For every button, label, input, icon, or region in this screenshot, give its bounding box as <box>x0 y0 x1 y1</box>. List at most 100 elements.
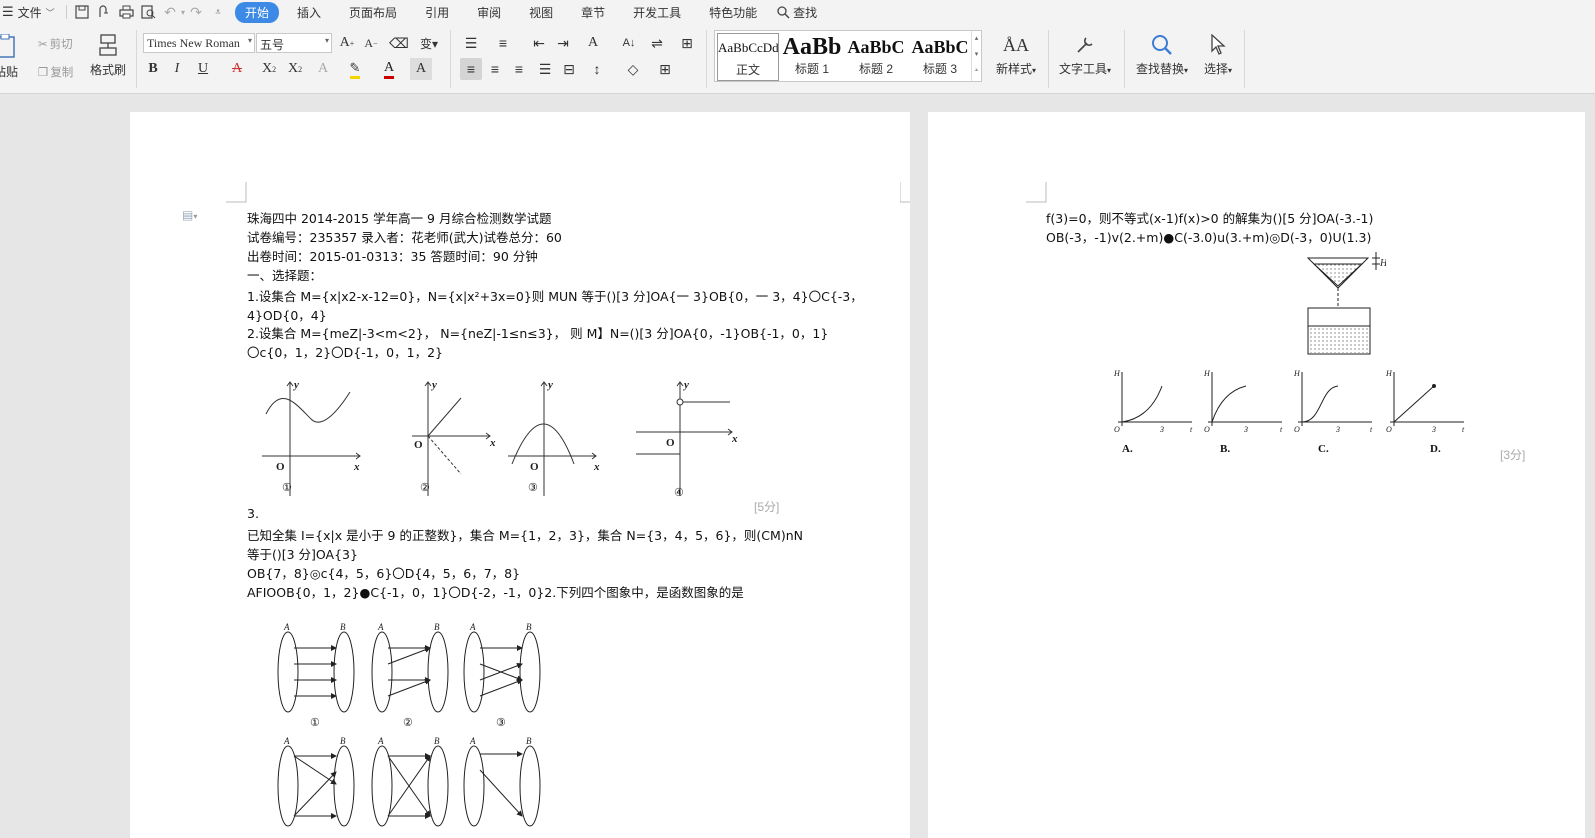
document-page-1[interactable]: ▤▾ 珠海四中 2014-2015 学年高一 9 月综合检测数学试题 试卷编号：… <box>130 112 910 838</box>
customize-toolbar-icon[interactable]: ⩡ <box>207 1 229 23</box>
svg-text:O: O <box>1114 425 1120 432</box>
redo-icon[interactable]: ↷ <box>185 1 207 23</box>
new-style-button[interactable]: ÅA 新样式▾ <box>990 30 1042 77</box>
format-painter-button[interactable]: 格式刷 <box>90 34 126 78</box>
styles-scroll[interactable]: ▴ ▾ ⩡ <box>971 31 981 81</box>
bullets-icon[interactable]: ☰ <box>460 32 482 54</box>
magnifier-icon <box>1132 30 1192 60</box>
select-button[interactable]: 选择▾ <box>1198 30 1238 77</box>
find-replace-button[interactable]: 查找替换▾ <box>1132 30 1192 77</box>
vertical-scrollbar[interactable] <box>1585 94 1595 838</box>
tab-page-layout[interactable]: 页面布局 <box>339 2 407 23</box>
tab-home[interactable]: 开始 <box>235 1 280 23</box>
hamburger-icon: ☰ <box>2 4 14 19</box>
print-preview-icon[interactable] <box>137 1 159 23</box>
paste-label: 粘贴 <box>0 65 19 79</box>
copy-icon: ❐ <box>38 67 49 79</box>
style-heading-2[interactable]: AaBbC 标题 2 <box>845 33 907 81</box>
cursor-arrow-icon <box>1198 30 1238 60</box>
chevron-down-icon: ﹀ <box>45 7 55 18</box>
grow-font-icon[interactable]: A + <box>336 32 358 54</box>
phonetic-guide-icon[interactable]: 变▾ <box>418 32 440 54</box>
sort-icon[interactable]: A↓ <box>618 32 640 54</box>
eraser-icon[interactable]: ⌫ <box>388 32 410 54</box>
font-name-select[interactable]: Times New Roman ▾ <box>143 33 255 53</box>
svg-text:B: B <box>340 736 346 746</box>
svg-text:B: B <box>526 736 532 746</box>
undo-icon[interactable]: ↶ <box>159 1 181 23</box>
format-painter-label: 格式刷 <box>90 63 127 77</box>
numbering-icon[interactable]: ≡ <box>492 32 514 54</box>
search-box[interactable]: 查找 <box>777 4 817 21</box>
svg-text:H: H <box>1113 369 1121 378</box>
svg-text:y: y <box>430 379 437 391</box>
shading-icon[interactable]: ◇ <box>622 58 644 80</box>
style-heading-1[interactable]: AaBb 标题 1 <box>781 33 843 81</box>
strikethrough-icon[interactable]: A <box>226 58 248 80</box>
separator <box>66 5 67 19</box>
document-map-icon[interactable]: ▤▾ <box>182 208 197 222</box>
font-color-icon[interactable]: A <box>378 58 400 80</box>
separator <box>136 30 137 88</box>
increase-indent-icon[interactable]: ⇥ <box>552 32 574 54</box>
align-left-icon[interactable]: ≡ <box>460 58 482 80</box>
print-icon[interactable] <box>115 1 137 23</box>
svg-text:t: t <box>1462 425 1465 432</box>
document-page-2[interactable]: f(3)=0，则不等式(x-1)f(x)>0 的解集为()[5 分]OA(-3.… <box>928 112 1585 838</box>
distributed-icon[interactable]: ⊟ <box>558 58 580 80</box>
font-size-value: 五号 <box>260 38 285 52</box>
question-line: OB(-3，-1)v(2.+m)●C(-3.0)u(3.+m)◎D(-3，0)U… <box>1046 230 1372 245</box>
copy-button[interactable]: ❐ 复制 <box>38 64 73 80</box>
search-icon <box>777 5 790 19</box>
save-icon[interactable] <box>71 1 93 23</box>
highlight-icon[interactable]: ✎ <box>344 58 366 80</box>
separator <box>706 30 707 88</box>
cut-button[interactable]: ✂ 剪切 <box>38 36 73 52</box>
justify-icon[interactable]: ☰ <box>534 58 556 80</box>
bold-icon[interactable]: B <box>142 58 164 80</box>
tab-view[interactable]: 视图 <box>519 2 563 23</box>
svg-text:y: y <box>546 379 553 391</box>
line-spacing-icon[interactable]: ↕ <box>586 58 608 80</box>
tab-chapter[interactable]: 章节 <box>571 2 615 23</box>
borders-icon[interactable]: ⊞ <box>654 58 676 80</box>
style-normal[interactable]: AaBbCcDd 正文 <box>717 33 779 81</box>
align-center-icon[interactable]: ≡ <box>484 58 506 80</box>
text-direction-icon[interactable]: A <box>582 32 604 54</box>
tab-special-features[interactable]: 特色功能 <box>699 2 767 23</box>
style-preview: AaBbC <box>911 37 969 57</box>
tab-review[interactable]: 审阅 <box>467 2 511 23</box>
line-break-icon[interactable]: ⇌ <box>646 32 668 54</box>
shrink-font-icon[interactable]: A − <box>360 32 382 54</box>
svg-text:H: H <box>1385 369 1393 378</box>
question-3-line: OB{7，8}◎c{4，5，6}〇D{4，5，6，7，8} <box>247 566 521 581</box>
subscript-icon[interactable]: X2 <box>284 58 306 80</box>
search-label: 查找 <box>793 5 818 20</box>
paste-button[interactable]: 粘贴 <box>0 33 28 80</box>
font-size-select[interactable]: 五号 ▾ <box>256 33 332 53</box>
svg-text:O: O <box>1294 425 1300 432</box>
style-heading-3[interactable]: AaBbC 标题 3 <box>909 33 971 81</box>
char-shading-icon[interactable]: A <box>410 58 432 80</box>
export-icon[interactable] <box>93 1 115 23</box>
file-menu[interactable]: ☰ 文件 ﹀ <box>0 4 62 21</box>
svg-text:B: B <box>434 736 440 746</box>
decrease-indent-icon[interactable]: ⇤ <box>528 32 550 54</box>
svg-text:B: B <box>526 622 532 632</box>
tab-references[interactable]: 引用 <box>415 2 459 23</box>
italic-icon[interactable]: I <box>166 58 188 80</box>
svg-text:y: y <box>292 379 299 391</box>
tab-developer[interactable]: 开发工具 <box>623 2 691 23</box>
superscript-icon[interactable]: X2 <box>258 58 280 80</box>
paste-icon <box>0 33 15 58</box>
separator <box>1244 30 1245 88</box>
table-grid-icon[interactable]: ⊞ <box>676 32 698 54</box>
find-replace-label: 查找替换 <box>1135 62 1184 76</box>
align-right-icon[interactable]: ≡ <box>508 58 530 80</box>
text-effect-icon[interactable]: A <box>312 58 334 80</box>
text-tools-button[interactable]: 文字工具▾ <box>1056 30 1114 77</box>
question-3-line: 等于()[3 分]OA{3} <box>247 547 358 562</box>
svg-text:B: B <box>434 622 440 632</box>
tab-insert[interactable]: 插入 <box>287 2 331 23</box>
underline-icon[interactable]: U <box>192 58 214 80</box>
